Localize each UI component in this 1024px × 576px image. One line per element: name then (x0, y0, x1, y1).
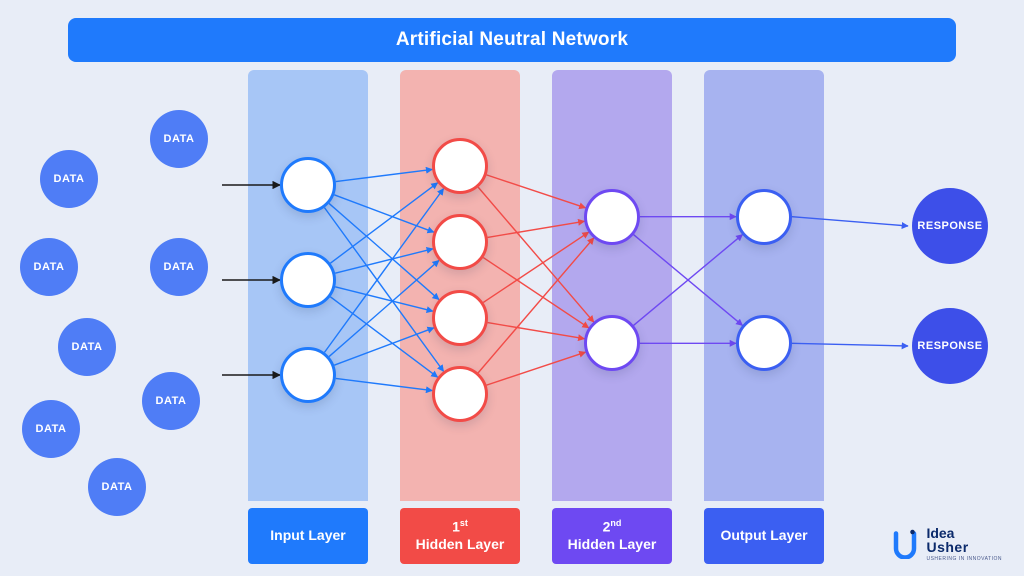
label-hidden-layer-1: 1stHidden Layer (400, 508, 520, 564)
input-node-3 (280, 347, 336, 403)
column-hidden-layer-2 (552, 70, 672, 501)
diagram-stage: Input Layer 1stHidden Layer 2ndHidden La… (0, 70, 1024, 576)
response-bubble: RESPONSE (912, 188, 988, 264)
hidden1-node-1 (432, 138, 488, 194)
label-hidden-layer-2: 2ndHidden Layer (552, 508, 672, 564)
data-bubble: DATA (22, 400, 80, 458)
brand-text-line2: Usher (926, 540, 1002, 554)
hidden1-node-4 (432, 366, 488, 422)
label-output-layer: Output Layer (704, 508, 824, 564)
data-bubble: DATA (20, 238, 78, 296)
data-bubble: DATA (58, 318, 116, 376)
output-node-1 (736, 189, 792, 245)
response-bubble: RESPONSE (912, 308, 988, 384)
label-input-layer: Input Layer (248, 508, 368, 564)
data-bubble: DATA (142, 372, 200, 430)
brand-logo: Idea Usher USHERING IN INNOVATION (890, 526, 1002, 562)
diagram-title: Artificial Neutral Network (68, 18, 956, 62)
brand-tagline: USHERING IN INNOVATION (926, 556, 1002, 562)
brand-text-line1: Idea (926, 526, 1002, 540)
data-bubble: DATA (88, 458, 146, 516)
input-node-2 (280, 252, 336, 308)
input-node-1 (280, 157, 336, 213)
brand-mark-icon (890, 529, 920, 559)
data-bubble: DATA (150, 238, 208, 296)
hidden1-node-3 (432, 290, 488, 346)
column-hidden-layer-1 (400, 70, 520, 501)
data-bubble: DATA (150, 110, 208, 168)
hidden2-node-1 (584, 189, 640, 245)
data-bubble: DATA (40, 150, 98, 208)
hidden1-node-2 (432, 214, 488, 270)
hidden2-node-2 (584, 315, 640, 371)
column-output-layer (704, 70, 824, 501)
output-node-2 (736, 315, 792, 371)
